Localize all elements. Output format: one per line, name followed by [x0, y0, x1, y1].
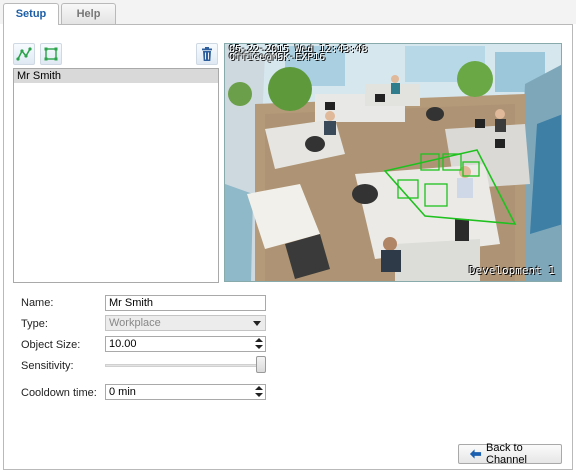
type-label: Type: [21, 318, 48, 330]
trash-icon [202, 47, 212, 61]
delete-zone-button[interactable] [196, 43, 218, 65]
back-to-channel-label: Back to Channel [486, 442, 527, 466]
name-label: Name: [21, 297, 54, 309]
polygon-draw-icon [16, 47, 32, 61]
camera-preview[interactable]: 05-22-2015 Wed 12:43:48 Office@MSK-EXP16… [224, 43, 562, 282]
type-select[interactable]: Workplace [105, 315, 266, 331]
zone-list[interactable]: Mr Smith [13, 68, 219, 283]
object-size-stepper[interactable]: 10.00 [105, 336, 266, 352]
tab-setup[interactable]: Setup [3, 3, 59, 25]
osd-camera-name: Office@MSK-EXP16 [229, 52, 326, 63]
tab-bar: Setup Help [0, 0, 576, 25]
spin-arrows-icon[interactable] [254, 386, 264, 398]
cooldown-label: Cooldown time: [21, 387, 97, 399]
cooldown-stepper[interactable]: 0 min [105, 384, 266, 400]
sensitivity-slider-track[interactable] [105, 364, 257, 367]
object-size-label: Object Size: [21, 339, 81, 351]
rectangle-tool-button[interactable] [40, 43, 62, 65]
rectangle-draw-icon [44, 47, 58, 61]
polygon-tool-button[interactable] [13, 43, 35, 65]
spin-arrows-icon[interactable] [254, 338, 264, 350]
back-to-channel-button[interactable]: Back to Channel [458, 442, 562, 466]
arrow-left-icon [469, 449, 482, 459]
type-value: Workplace [109, 317, 161, 329]
name-field[interactable]: Mr Smith [105, 295, 266, 311]
tab-help[interactable]: Help [61, 3, 116, 24]
camera-frame-image [225, 44, 561, 281]
sensitivity-label: Sensitivity: [21, 360, 74, 372]
osd-caption: Development 1 [468, 264, 555, 277]
cooldown-value: 0 min [109, 386, 136, 398]
sensitivity-slider-thumb[interactable] [256, 356, 266, 373]
object-size-value: 10.00 [109, 338, 137, 350]
chevron-down-icon [253, 321, 261, 326]
list-item[interactable]: Mr Smith [14, 69, 218, 83]
